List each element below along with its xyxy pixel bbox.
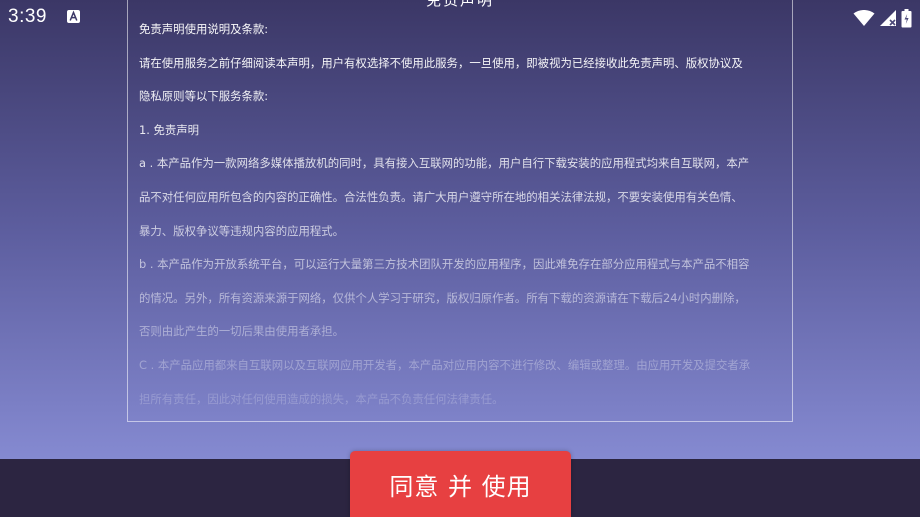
cell-signal-icon <box>879 9 897 27</box>
disclaimer-line: 1. 免责声明 <box>139 122 200 137</box>
disclaimer-line: a . 本产品作为一款网络多媒体播放机的同时，具有接入互联网的功能，用户自行下载… <box>139 156 750 171</box>
disclaimer-line: 品不对任何应用所包含的内容的正确性。合法性负责。请广大用户遵守所在地的相关法律法… <box>139 189 743 204</box>
status-icons <box>853 8 912 28</box>
wifi-icon <box>853 9 875 27</box>
disclaimer-panel[interactable]: 免责声明 免责声明使用说明及条款: 请在使用服务之前仔细阅读本声明，用户有权选择… <box>127 0 793 422</box>
battery-icon <box>901 8 912 28</box>
disclaimer-line: 的情况。另外，所有资源来源于网络，仅供个人学习于研究，版权归原作者。所有下载的资… <box>139 290 746 305</box>
disclaimer-line: 暴力、版权争议等违规内容的应用程式。 <box>139 223 345 238</box>
status-time: 3:39 <box>8 6 47 27</box>
disclaimer-text: 免责声明使用说明及条款: 请在使用服务之前仔细阅读本声明，用户有权选择不使用此服… <box>139 13 789 416</box>
agree-and-use-button[interactable]: 同意 并 使用 <box>350 451 571 517</box>
disclaimer-line: 隐私原则等以下服务条款: <box>139 89 269 104</box>
disclaimer-line: 免责声明使用说明及条款: <box>139 22 269 36</box>
disclaimer-line: 担所有责任，因此对任何使用造成的损失，本产品不负责任何法律责任。 <box>139 391 504 406</box>
disclaimer-title: 免责声明 <box>425 0 494 9</box>
disclaimer-line: 请在使用服务之前仔细阅读本声明，用户有权选择不使用此服务，一旦使用，即被视为已经… <box>139 55 743 70</box>
disclaimer-line: b . 本产品作为开放系统平台，可以运行大量第三方技术团队开发的应用程序，因此难… <box>139 257 750 272</box>
disclaimer-line: 否则由此产生的一切后果由使用者承担。 <box>139 324 345 339</box>
a-square-icon <box>67 10 80 23</box>
disclaimer-line: C . 本产品应用都来自互联网以及互联网应用开发者，本产品对应用内容不进行修改、… <box>139 357 751 372</box>
